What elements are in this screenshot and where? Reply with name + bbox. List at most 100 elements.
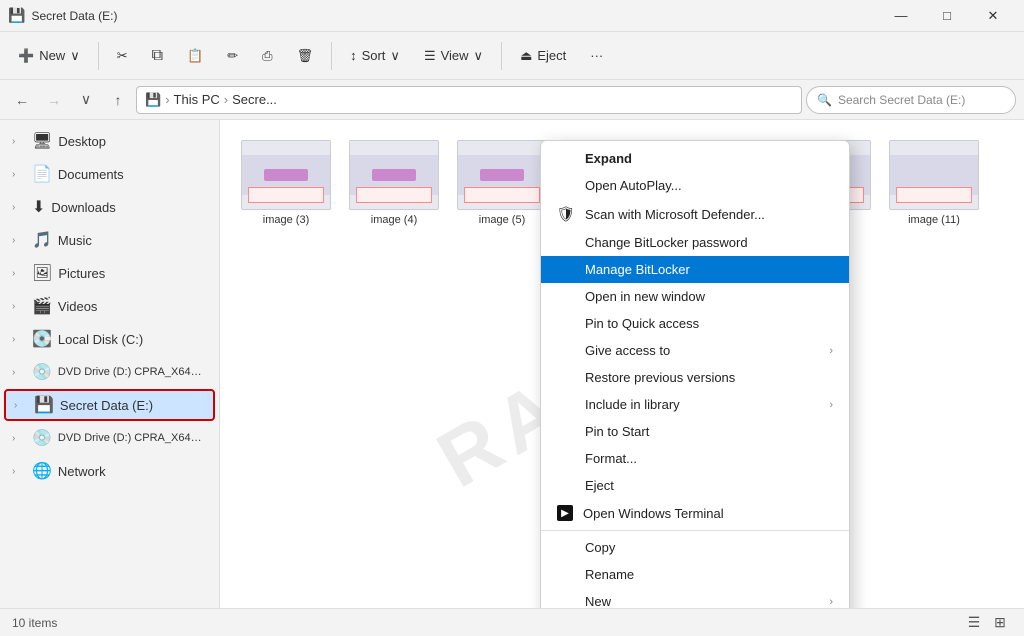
context-menu: Expand Open AutoPlay... 🛡 Scan with Micr… [540, 140, 850, 608]
file-thumb-img3[interactable]: image (3) [236, 136, 336, 230]
sort-icon: ↕ [350, 48, 357, 63]
ctx-give-access[interactable]: Give access to › [541, 337, 849, 364]
sidebar-label-secret-data: Secret Data (E:) [60, 398, 205, 413]
delete-button[interactable]: 🗑 [287, 38, 324, 74]
cut-button[interactable]: ✂ [107, 38, 138, 74]
content-area: RANDOM image (3) image ( [220, 120, 1024, 608]
ctx-defender-icon: 🛡 [557, 205, 575, 223]
music-icon: 🎵 [32, 230, 52, 250]
sidebar-item-videos[interactable]: › 🎬 Videos [4, 290, 215, 322]
ctx-format-label: Format... [585, 451, 637, 466]
address-box[interactable]: 💾 › This PC › Secre... [136, 86, 802, 114]
ctx-new[interactable]: New › [541, 588, 849, 608]
ctx-give-access-arrow: › [829, 345, 833, 357]
sidebar-item-music[interactable]: › 🎵 Music [4, 224, 215, 256]
ctx-restore-versions[interactable]: Restore previous versions [541, 364, 849, 391]
new-label: New [39, 48, 65, 63]
sort-label: Sort [362, 48, 386, 63]
rename-button[interactable]: ✏ [217, 38, 248, 74]
ctx-eject-label: Eject [585, 478, 614, 493]
ctx-copy-label: Copy [585, 540, 615, 555]
large-icons-view-button[interactable]: ⊞ [988, 611, 1012, 635]
ctx-manage-bitlocker[interactable]: Manage BitLocker [541, 256, 849, 283]
status-bar: 10 items ☰ ⊞ [0, 608, 1024, 636]
file-thumbnail [457, 140, 547, 210]
view-button[interactable]: ☰ View ∨ [414, 38, 493, 74]
minimize-button[interactable]: — [878, 0, 924, 32]
ctx-expand[interactable]: Expand [541, 145, 849, 172]
new-button[interactable]: ➕ New ∨ [8, 38, 90, 74]
up-button[interactable]: ↑ [104, 86, 132, 114]
window-title: Secret Data (E:) [31, 9, 117, 23]
search-box[interactable]: 🔍 Search Secret Data (E:) [806, 86, 1016, 114]
chevron-icon: › [12, 301, 26, 312]
chevron-icon: › [12, 235, 26, 246]
sort-button[interactable]: ↕ Sort ∨ [340, 38, 410, 74]
sidebar-item-dvd-drive2[interactable]: › 💿 DVD Drive (D:) CPRA_X64FRE_EN-US_DV.… [4, 422, 215, 454]
more-button[interactable]: ··· [580, 38, 613, 74]
ctx-eject[interactable]: Eject [541, 472, 849, 499]
more-icon: ··· [590, 48, 603, 63]
ctx-pin-start-label: Pin to Start [585, 424, 649, 439]
file-thumb-img11[interactable]: image (11) [884, 136, 984, 230]
sidebar-label-downloads: Downloads [51, 200, 207, 215]
ctx-open-new-window[interactable]: Open in new window [541, 283, 849, 310]
file-label: image (3) [263, 214, 309, 226]
maximize-button[interactable]: □ [924, 0, 970, 32]
secret-data-icon: 💾 [34, 395, 54, 415]
sidebar-item-pictures[interactable]: › 🖼 Pictures [4, 257, 215, 289]
sidebar-item-documents[interactable]: › 📄 Documents [4, 158, 215, 190]
ctx-format[interactable]: Format... [541, 445, 849, 472]
ctx-open-terminal-label: Open Windows Terminal [583, 506, 724, 521]
ctx-give-access-label: Give access to [585, 343, 670, 358]
sidebar-item-secret-data[interactable]: › 💾 Secret Data (E:) [4, 389, 215, 421]
ctx-pin-quick-access[interactable]: Pin to Quick access [541, 310, 849, 337]
chevron-icon: › [12, 136, 26, 147]
ctx-change-bitlocker-pw[interactable]: Change BitLocker password [541, 229, 849, 256]
ctx-scan-defender[interactable]: 🛡 Scan with Microsoft Defender... [541, 199, 849, 229]
eject-button[interactable]: ⏏ Eject [510, 38, 576, 74]
sidebar-item-local-disk[interactable]: › 💽 Local Disk (C:) [4, 323, 215, 355]
sidebar-item-downloads[interactable]: › ⬇ Downloads [4, 191, 215, 223]
dvd-drive2-icon: 💿 [32, 428, 52, 448]
forward-button[interactable]: → [40, 86, 68, 114]
back-button[interactable]: ← [8, 86, 36, 114]
videos-icon: 🎬 [32, 296, 52, 316]
copy-button[interactable]: ⧉ [142, 38, 173, 74]
address-part-2: Secre... [232, 92, 277, 107]
chevron-icon: › [12, 202, 26, 213]
sidebar-label-network: Network [58, 464, 207, 479]
view-label: View [441, 48, 469, 63]
sidebar-item-dvd-drive[interactable]: › 💿 DVD Drive (D:) CPRA_X64FRE_EN-US_D..… [4, 356, 215, 388]
close-button[interactable]: ✕ [970, 0, 1016, 32]
ctx-scan-defender-label: Scan with Microsoft Defender... [585, 207, 765, 222]
details-view-button[interactable]: ☰ [962, 611, 986, 635]
chevron-icon: › [12, 466, 26, 477]
sidebar-item-network[interactable]: › 🌐 Network [4, 455, 215, 487]
main-area: › 🖥 Desktop › 📄 Documents › ⬇ Downloads … [0, 120, 1024, 608]
file-thumb-img4[interactable]: image (4) [344, 136, 444, 230]
paste-button[interactable]: 📋 [177, 38, 213, 74]
downloads-icon: ⬇ [32, 197, 45, 217]
file-border [896, 187, 972, 203]
address-bar-row: ← → ∨ ↑ 💾 › This PC › Secre... 🔍 Search … [0, 80, 1024, 120]
sidebar-item-desktop[interactable]: › 🖥 Desktop [4, 125, 215, 157]
documents-icon: 📄 [32, 164, 52, 184]
ctx-rename[interactable]: Rename [541, 561, 849, 588]
file-label: image (5) [479, 214, 525, 226]
sidebar-label-documents: Documents [58, 167, 207, 182]
ctx-include-library[interactable]: Include in library › [541, 391, 849, 418]
ctx-copy[interactable]: Copy [541, 534, 849, 561]
delete-icon: 🗑 [297, 48, 314, 64]
new-icon: ➕ [18, 48, 34, 64]
recent-locations-button[interactable]: ∨ [72, 86, 100, 114]
eject-icon: ⏏ [520, 48, 532, 64]
ctx-open-new-window-label: Open in new window [585, 289, 705, 304]
file-thumb-img5[interactable]: image (5) [452, 136, 552, 230]
share-button[interactable]: ⎙ [252, 38, 282, 74]
ctx-open-autoplay[interactable]: Open AutoPlay... [541, 172, 849, 199]
ctx-pin-start[interactable]: Pin to Start [541, 418, 849, 445]
ctx-open-terminal[interactable]: ▶ Open Windows Terminal [541, 499, 849, 527]
search-icon: 🔍 [817, 93, 832, 107]
sidebar-label-videos: Videos [58, 299, 207, 314]
